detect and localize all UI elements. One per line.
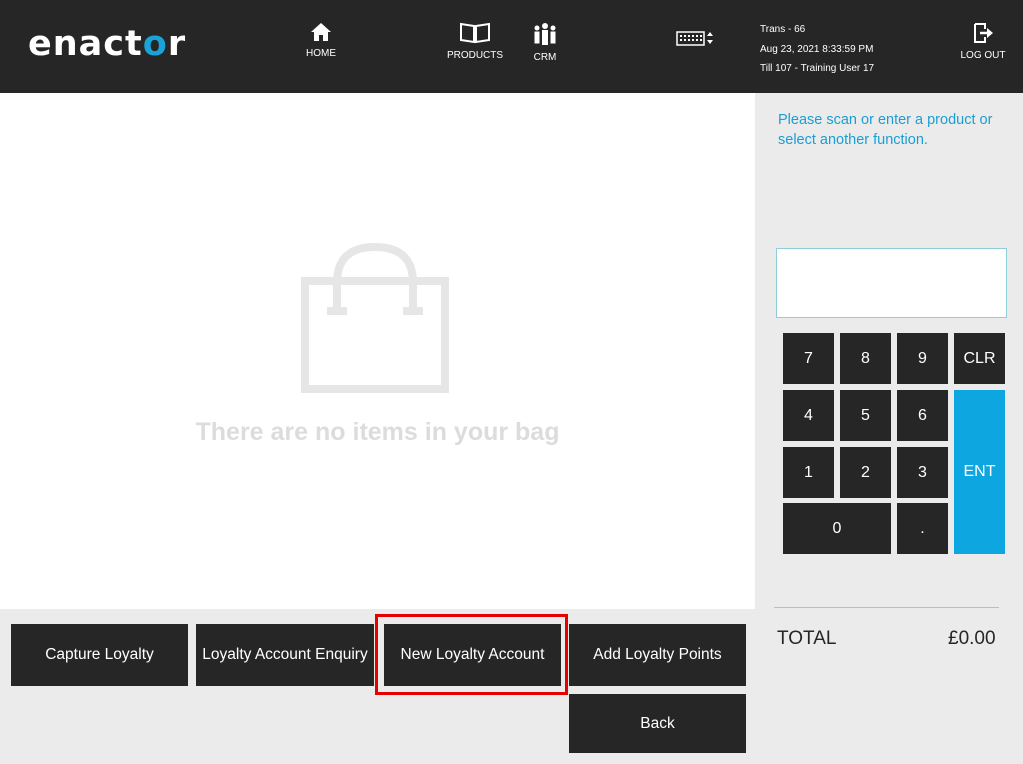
trans-number: Trans - 66 bbox=[760, 24, 806, 35]
home-icon bbox=[311, 23, 331, 41]
people-icon bbox=[534, 23, 556, 45]
selection-highlight bbox=[375, 614, 568, 695]
loyalty-account-enquiry-button[interactable]: Loyalty Account Enquiry bbox=[196, 624, 374, 686]
add-loyalty-points-button[interactable]: Add Loyalty Points bbox=[569, 624, 746, 686]
key-5[interactable]: 5 bbox=[840, 390, 891, 441]
nav-home-button[interactable]: HOME bbox=[297, 22, 345, 59]
nav-crm-label: CRM bbox=[533, 52, 557, 63]
transaction-info: Trans - 66 Aug 23, 2021 8:33:59 PM Till … bbox=[760, 20, 874, 79]
prompt-message: Please scan or enter a product or select… bbox=[778, 112, 993, 148]
keyboard-toggle-button[interactable] bbox=[675, 30, 715, 52]
back-button[interactable]: Back bbox=[569, 694, 746, 753]
capture-loyalty-button[interactable]: Capture Loyalty bbox=[11, 624, 188, 686]
key-dot[interactable]: . bbox=[897, 503, 948, 554]
right-panel: Please scan or enter a product or select… bbox=[755, 93, 1023, 764]
key-6[interactable]: 6 bbox=[897, 390, 948, 441]
shopping-bag-icon bbox=[301, 243, 449, 393]
nav-products-button[interactable]: PRODUCTS bbox=[444, 22, 506, 61]
logout-button[interactable]: LOG OUT bbox=[955, 22, 1011, 61]
till-info: Till 107 - Training User 17 bbox=[760, 63, 875, 74]
trans-datetime: Aug 23, 2021 8:33:59 PM bbox=[760, 43, 874, 55]
key-0[interactable]: 0 bbox=[783, 503, 891, 554]
total-divider bbox=[774, 607, 999, 608]
logout-label: LOG OUT bbox=[960, 50, 1006, 61]
key-ent[interactable]: ENT bbox=[954, 390, 1005, 554]
key-2[interactable]: 2 bbox=[840, 447, 891, 498]
logout-icon bbox=[974, 23, 993, 43]
key-clr[interactable]: CLR bbox=[954, 333, 1005, 384]
key-1[interactable]: 1 bbox=[783, 447, 834, 498]
total-label: TOTAL bbox=[777, 628, 837, 649]
entry-input[interactable] bbox=[776, 248, 1007, 318]
key-8[interactable]: 8 bbox=[840, 333, 891, 384]
nav-crm-button[interactable]: CRM bbox=[525, 22, 565, 63]
key-4[interactable]: 4 bbox=[783, 390, 834, 441]
key-3[interactable]: 3 bbox=[897, 447, 948, 498]
enactor-logo: enactor bbox=[28, 24, 187, 64]
basket-area: There are no items in your bag bbox=[0, 93, 755, 609]
nav-products-label: PRODUCTS bbox=[446, 50, 504, 61]
book-icon bbox=[460, 22, 490, 44]
total-value: £0.00 bbox=[948, 628, 996, 649]
empty-bag-message: There are no items in your bag bbox=[195, 418, 560, 446]
key-9[interactable]: 9 bbox=[897, 333, 948, 384]
key-7[interactable]: 7 bbox=[783, 333, 834, 384]
top-bar: enactor HOME PRODUCTS CRM Trans - 66 Aug… bbox=[0, 0, 1023, 93]
keyboard-icon bbox=[676, 31, 713, 46]
nav-home-label: HOME bbox=[306, 48, 336, 59]
